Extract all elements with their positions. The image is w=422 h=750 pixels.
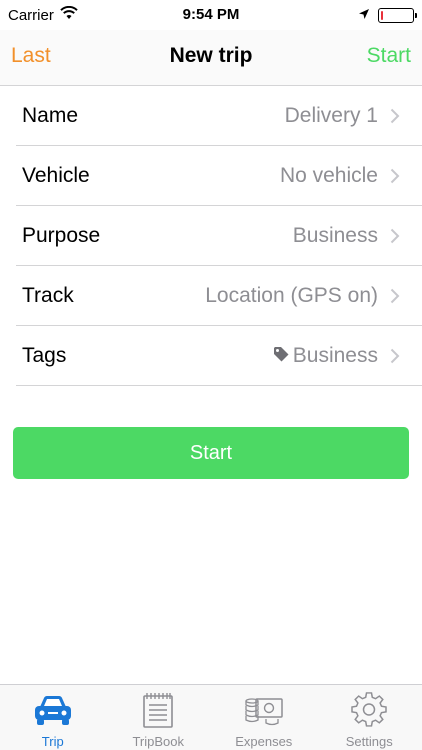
- tag-icon: [273, 344, 289, 368]
- page-title: New trip: [169, 44, 253, 67]
- chevron-right-icon: [390, 348, 400, 364]
- chevron-right-icon: [390, 228, 400, 244]
- form-row-vehicle[interactable]: Vehicle No vehicle: [0, 146, 422, 206]
- chevron-right-icon: [390, 168, 400, 184]
- chevron-right-icon: [390, 108, 400, 124]
- start-button-label: Start: [189, 441, 233, 464]
- tab-label: Settings: [345, 734, 393, 749]
- start-nav-button[interactable]: Start: [367, 44, 411, 68]
- battery-icon: [378, 8, 417, 23]
- row-value-text: Business: [292, 224, 378, 247]
- chevron-right-icon: [390, 288, 400, 304]
- row-value: Business: [273, 344, 378, 368]
- tab-label: Trip: [41, 734, 64, 749]
- status-right-group: [358, 7, 417, 24]
- tab-settings[interactable]: Settings: [317, 685, 422, 750]
- form-row-purpose[interactable]: Purpose Business: [0, 206, 422, 266]
- tab-tripbook[interactable]: TripBook: [106, 685, 212, 750]
- form-row-name[interactable]: Name Delivery 1: [0, 86, 422, 146]
- tab-expenses[interactable]: Expenses: [211, 685, 317, 750]
- row-value-text: Delivery 1: [284, 104, 378, 127]
- app-screen: Carrier 9:54 PM Last New trip Start Name…: [0, 0, 422, 750]
- tab-bar: Trip TripBook Expenses Settings: [0, 684, 422, 750]
- row-value: Location (GPS on): [205, 284, 378, 308]
- form-row-track[interactable]: Track Location (GPS on): [0, 266, 422, 326]
- row-value-text: Business: [292, 344, 378, 367]
- trip-form: Name Delivery 1 Vehicle No vehicle Purpo…: [0, 86, 422, 386]
- form-row-tags[interactable]: Tags Business: [0, 326, 422, 386]
- row-label: Purpose: [22, 224, 101, 247]
- row-label: Tags: [22, 344, 67, 367]
- row-value: Delivery 1: [285, 104, 378, 128]
- expenses-icon: [244, 691, 284, 729]
- gear-icon: [349, 691, 389, 729]
- status-bar: Carrier 9:54 PM: [0, 0, 422, 30]
- row-value: No vehicle: [280, 164, 378, 188]
- location-arrow-icon: [358, 7, 370, 24]
- notebook-icon: [138, 691, 178, 729]
- row-label: Vehicle: [22, 164, 90, 187]
- row-label: Name: [22, 104, 79, 127]
- row-divider: [16, 385, 422, 386]
- battery-fill: [381, 11, 384, 20]
- tab-label: TripBook: [132, 734, 185, 749]
- row-value-text: No vehicle: [279, 164, 378, 187]
- car-icon: [33, 691, 73, 729]
- tab-trip[interactable]: Trip: [0, 685, 106, 750]
- nav-bar: Last New trip Start: [0, 30, 422, 86]
- start-button[interactable]: Start: [13, 427, 409, 479]
- row-label: Track: [22, 284, 74, 307]
- tab-label: Expenses: [235, 734, 293, 749]
- row-value: Business: [293, 224, 378, 248]
- row-value-text: Location (GPS on): [205, 284, 378, 307]
